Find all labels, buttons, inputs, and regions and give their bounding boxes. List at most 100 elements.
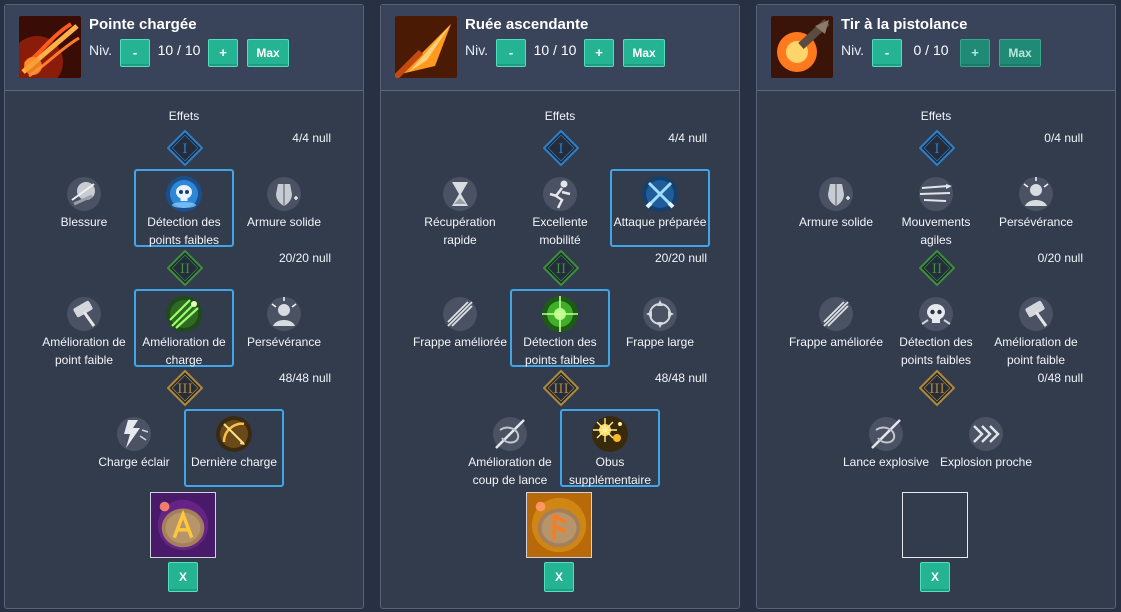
tripod-option[interactable]: Détection des points faibles bbox=[510, 289, 610, 367]
armor-shield-icon bbox=[816, 174, 856, 214]
level-increase-button[interactable]: + bbox=[584, 39, 614, 67]
tripod-option[interactable]: Obus supplémentaire bbox=[560, 409, 660, 487]
tripod-option[interactable]: Amélioration de point faible bbox=[986, 289, 1086, 367]
tripod-label-line: Frappe améliorée bbox=[412, 335, 508, 349]
tripod-label: Blessure bbox=[26, 213, 142, 231]
tripod-label-line: Amélioration de bbox=[142, 335, 226, 349]
level-label: Niv. bbox=[89, 42, 113, 58]
empty-rune-slot[interactable] bbox=[902, 492, 968, 558]
tripod-option[interactable]: Armure solide bbox=[234, 169, 334, 247]
tripod-label-line: points faibles bbox=[524, 353, 596, 367]
tripod-label: Charge éclair bbox=[76, 453, 192, 471]
level-decrease-button[interactable]: - bbox=[496, 39, 526, 67]
level-max-button[interactable]: Max bbox=[247, 39, 289, 67]
tripod-label: Frappe améliorée bbox=[402, 333, 518, 351]
tripod-option[interactable]: Frappe large bbox=[610, 289, 710, 367]
remove-rune-button[interactable]: X bbox=[920, 562, 950, 592]
tripod-label: Attaque préparée bbox=[604, 213, 716, 231]
tripod-option[interactable]: Amélioration de point faible bbox=[34, 289, 134, 367]
running-figure-icon bbox=[540, 174, 580, 214]
tripod-label-line: coup de lance bbox=[472, 473, 548, 487]
green-target-icon bbox=[540, 294, 580, 334]
weak-point-hammer-icon bbox=[1016, 294, 1056, 334]
level-decrease-button[interactable]: - bbox=[872, 39, 902, 67]
tier-points-count: 48/48 null bbox=[654, 371, 707, 385]
tripod-label: Détection des points faibles bbox=[504, 333, 616, 369]
tripod-option[interactable]: Excellente mobilité bbox=[510, 169, 610, 247]
tripod-label-line: Récupération bbox=[424, 215, 496, 229]
tripod-option[interactable]: Dernière charge bbox=[184, 409, 284, 487]
skill-name: Tir à la pistolance bbox=[841, 16, 968, 33]
tripod-option[interactable]: Amélioration de coup de lance bbox=[460, 409, 560, 487]
skull-target-icon bbox=[164, 174, 204, 214]
tripod-option[interactable]: Attaque préparée bbox=[610, 169, 710, 247]
skill-panel: Tir à la pistolance Niv. -0 / 10 + Max Effets… bbox=[756, 4, 1116, 609]
tier-numeral: II bbox=[180, 262, 190, 277]
tripod-option[interactable]: Détection des points faibles bbox=[134, 169, 234, 247]
perseverance-icon bbox=[264, 294, 304, 334]
tripod-option[interactable]: Frappe améliorée bbox=[786, 289, 886, 367]
tripod-label-line: Détection des bbox=[147, 215, 221, 229]
remove-rune-button[interactable]: X bbox=[544, 562, 574, 592]
tripod-label: Obus supplémentaire bbox=[554, 453, 666, 489]
tripod-label-line: supplémentaire bbox=[568, 473, 652, 487]
gold-rune-icon[interactable] bbox=[526, 492, 592, 558]
tier-numeral: I bbox=[182, 142, 187, 157]
tripod-label: Récupération rapide bbox=[402, 213, 518, 249]
gunlance-blast-icon bbox=[771, 16, 833, 78]
tier-numeral: III bbox=[553, 382, 568, 397]
skull-target-icon bbox=[916, 294, 956, 334]
tier-badge-1: I bbox=[543, 130, 579, 166]
slash-strike-icon bbox=[816, 294, 856, 334]
final-charge-bow-icon bbox=[214, 414, 254, 454]
armor-shield-icon bbox=[264, 174, 304, 214]
tripod-option[interactable]: Armure solide bbox=[786, 169, 886, 247]
tripod-option[interactable]: Amélioration de charge bbox=[134, 289, 234, 367]
tripod-label: Amélioration de point faible bbox=[978, 333, 1094, 369]
tripod-label: Amélioration de point faible bbox=[26, 333, 142, 369]
slash-strike-icon bbox=[440, 294, 480, 334]
tripod-label-line: Mouvements bbox=[901, 215, 971, 229]
tripod-option[interactable]: Persévérance bbox=[986, 169, 1086, 247]
tripod-option[interactable]: Blessure bbox=[34, 169, 134, 247]
tripod-option[interactable]: Récupération rapide bbox=[410, 169, 510, 247]
tier-points-count: 0/20 null bbox=[1037, 251, 1083, 265]
level-decrease-button[interactable]: - bbox=[120, 39, 150, 67]
tripod-option[interactable]: Explosion proche bbox=[936, 409, 1036, 487]
tier-badge-3: III bbox=[167, 370, 203, 406]
skill-header: Pointe chargée Niv. -10 / 10 + Max bbox=[5, 5, 363, 91]
tripod-label: Dernière charge bbox=[178, 453, 290, 471]
remove-rune-button[interactable]: X bbox=[168, 562, 198, 592]
tripod-option[interactable]: Détection des points faibles bbox=[886, 289, 986, 367]
tripod-option[interactable]: Mouvements agiles bbox=[886, 169, 986, 247]
tier-numeral: III bbox=[177, 382, 192, 397]
tripod-option[interactable]: Charge éclair bbox=[84, 409, 184, 487]
skill-panel: Ruée ascendante Niv. -10 / 10 + Max Effets I 4/… bbox=[380, 4, 740, 609]
wound-icon bbox=[64, 174, 104, 214]
tripod-label-line: Persévérance bbox=[246, 335, 322, 349]
tripod-label-line: charge bbox=[165, 353, 203, 367]
tripod-label-line: points faibles bbox=[900, 353, 972, 367]
tripod-option[interactable]: Persévérance bbox=[234, 289, 334, 367]
tripod-label: Détection des points faibles bbox=[128, 213, 240, 249]
tripod-option[interactable]: Frappe améliorée bbox=[410, 289, 510, 367]
tripod-label-line: Armure solide bbox=[246, 215, 322, 229]
tier-points-count: 48/48 null bbox=[278, 371, 331, 385]
weak-point-hammer-icon bbox=[64, 294, 104, 334]
tier-badge-2: II bbox=[543, 250, 579, 286]
level-max-button[interactable]: Max bbox=[623, 39, 665, 67]
hourglass-icon bbox=[440, 174, 480, 214]
purple-rune-icon[interactable] bbox=[150, 492, 216, 558]
level-increase-button[interactable]: + bbox=[208, 39, 238, 67]
tripod-label-line: Armure solide bbox=[798, 215, 874, 229]
level-value: 10 / 10 bbox=[533, 42, 577, 58]
perseverance-icon bbox=[1016, 174, 1056, 214]
tier-points-count: 4/4 null bbox=[668, 131, 707, 145]
level-max-button[interactable]: Max bbox=[999, 39, 1041, 67]
tier-badge-1: I bbox=[167, 130, 203, 166]
lance-swirl-icon bbox=[866, 414, 906, 454]
tripod-option[interactable]: Lance explosive bbox=[836, 409, 936, 487]
tripod-label-line: agiles bbox=[920, 233, 952, 247]
tier-numeral: III bbox=[929, 382, 944, 397]
level-increase-button[interactable]: + bbox=[960, 39, 990, 67]
